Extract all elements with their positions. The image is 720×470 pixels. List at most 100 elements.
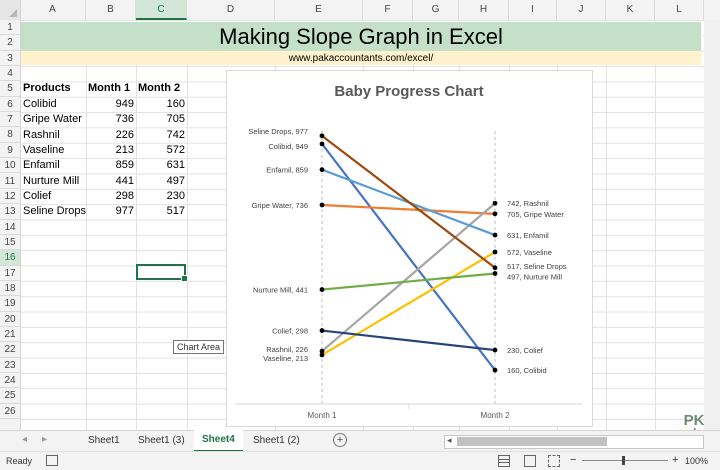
- point-month-2-gripe-water[interactable]: [492, 211, 498, 217]
- row-header-10[interactable]: 10: [0, 158, 20, 174]
- column-header-l[interactable]: L: [655, 0, 704, 20]
- column-header-f[interactable]: F: [363, 0, 413, 20]
- point-month-2-nurture-mill[interactable]: [492, 271, 498, 276]
- tab-sheet1[interactable]: Sheet1: [80, 431, 128, 451]
- vertical-scrollbar[interactable]: [704, 20, 720, 430]
- product-name-cell[interactable]: Colief: [23, 189, 85, 204]
- column-header-g[interactable]: G: [413, 0, 459, 20]
- data-label-month-2-colief[interactable]: 230, Colief: [507, 346, 544, 355]
- month-1-cell[interactable]: 859: [86, 158, 134, 173]
- header-products[interactable]: Products: [23, 81, 71, 96]
- normal-view-icon[interactable]: [498, 455, 510, 467]
- row-header-12[interactable]: 12: [0, 189, 20, 205]
- month-1-cell[interactable]: 977: [86, 204, 134, 219]
- data-label-month-2-colibid[interactable]: 160, Colibid: [507, 366, 547, 375]
- data-label-month-1-vaseline[interactable]: Vaseline, 213: [263, 354, 308, 363]
- product-name-cell[interactable]: Rashnil: [23, 128, 85, 143]
- zoom-out-icon[interactable]: −: [570, 454, 576, 466]
- month-1-cell[interactable]: 213: [86, 143, 134, 158]
- month-2-cell[interactable]: 497: [136, 174, 185, 189]
- horizontal-scroll-thumb[interactable]: [457, 437, 607, 446]
- zoom-slider[interactable]: [582, 460, 668, 461]
- row-header-23[interactable]: 23: [0, 358, 20, 374]
- row-header-26[interactable]: 26: [0, 404, 20, 420]
- data-label-month-2-enfamil[interactable]: 631, Enfamil: [507, 231, 549, 240]
- product-name-cell[interactable]: Colibid: [23, 97, 85, 112]
- slope-chart[interactable]: Baby Progress Chart Month 1 Month 2 Colibi…: [227, 71, 592, 426]
- row-header-9[interactable]: 9: [0, 143, 20, 159]
- data-label-month-1-gripe-water[interactable]: Gripe Water, 736: [252, 201, 308, 210]
- column-header-d[interactable]: D: [187, 0, 275, 20]
- row-header-14[interactable]: 14: [0, 220, 20, 235]
- point-month-1-colief[interactable]: [319, 328, 325, 333]
- data-label-month-1-colief[interactable]: Colief, 298: [272, 327, 308, 336]
- month-2-cell[interactable]: 705: [136, 112, 185, 127]
- point-month-1-nurture-mill[interactable]: [319, 287, 325, 292]
- row-header-17[interactable]: 17: [0, 266, 20, 281]
- selected-cell-c16[interactable]: [136, 264, 188, 282]
- chart-title[interactable]: Baby Progress Chart: [334, 83, 483, 100]
- column-header-j[interactable]: J: [557, 0, 606, 20]
- row-header-16[interactable]: 16: [0, 250, 20, 266]
- x-tick-label[interactable]: Month 1: [308, 411, 337, 420]
- series-line-gripe-water[interactable]: [320, 203, 497, 215]
- column-header-h[interactable]: H: [459, 0, 509, 20]
- point-month-2-enfamil[interactable]: [492, 232, 498, 238]
- product-name-cell[interactable]: Gripe Water: [23, 112, 85, 127]
- row-header-20[interactable]: 20: [0, 312, 20, 327]
- month-2-cell[interactable]: 742: [136, 128, 185, 143]
- row-header-8[interactable]: 8: [0, 127, 20, 143]
- month-1-cell[interactable]: 226: [86, 128, 134, 143]
- point-month-2-rashnil[interactable]: [492, 200, 498, 206]
- column-header-c[interactable]: C: [136, 0, 187, 20]
- series-line-colibid[interactable]: [320, 142, 497, 372]
- column-header-k[interactable]: K: [606, 0, 655, 20]
- month-2-cell[interactable]: 517: [136, 204, 185, 219]
- zoom-slider-thumb[interactable]: [622, 456, 625, 465]
- row-header-11[interactable]: 11: [0, 174, 20, 189]
- data-label-month-2-rashnil[interactable]: 742, Rashnil: [507, 199, 549, 208]
- month-2-cell[interactable]: 230: [136, 189, 185, 204]
- tab-sheet4[interactable]: Sheet4: [194, 430, 243, 452]
- data-label-month-1-rashnil[interactable]: Rashnil, 226: [266, 345, 308, 354]
- row-header-6[interactable]: 6: [0, 97, 20, 113]
- data-label-month-2-gripe-water[interactable]: 705, Gripe Water: [507, 210, 564, 219]
- sheet-title-banner[interactable]: Making Slope Graph in Excel: [21, 22, 701, 51]
- point-month-2-colibid[interactable]: [492, 367, 498, 373]
- point-month-2-colief[interactable]: [492, 347, 498, 353]
- row-header-2[interactable]: 2: [0, 35, 20, 51]
- header-month-2[interactable]: Month 2: [138, 81, 180, 96]
- page-break-icon[interactable]: [548, 455, 560, 467]
- row-header-15[interactable]: 15: [0, 235, 20, 251]
- page-layout-icon[interactable]: [524, 455, 536, 467]
- month-2-cell[interactable]: 572: [136, 143, 185, 158]
- data-label-month-1-colibid[interactable]: Colibid, 949: [268, 142, 308, 151]
- column-header-i[interactable]: I: [509, 0, 557, 20]
- right-arrow-icon[interactable]: ▸: [42, 434, 47, 445]
- left-arrow-icon[interactable]: ◂: [22, 434, 27, 445]
- tab-sheet1-3[interactable]: Sheet1 (3): [130, 431, 193, 451]
- column-header-b[interactable]: B: [86, 0, 136, 20]
- tab-sheet1-2[interactable]: Sheet1 (2): [245, 431, 308, 451]
- month-1-cell[interactable]: 949: [86, 97, 134, 112]
- point-month-2-seline-drops[interactable]: [492, 265, 498, 271]
- select-all-corner[interactable]: [0, 0, 21, 20]
- data-label-month-2-vaseline[interactable]: 572, Vaseline: [507, 248, 552, 257]
- row-header-3[interactable]: 3: [0, 51, 20, 67]
- row-header-4[interactable]: 4: [0, 66, 20, 82]
- row-header-22[interactable]: 22: [0, 342, 20, 358]
- scroll-left-icon[interactable]: ◂: [447, 435, 452, 446]
- row-header-18[interactable]: 18: [0, 281, 20, 297]
- macro-record-icon[interactable]: [46, 455, 58, 466]
- point-month-2-vaseline[interactable]: [492, 249, 498, 255]
- data-label-month-1-nurture-mill[interactable]: Nurture Mill, 441: [253, 286, 308, 295]
- point-month-1-colibid[interactable]: [319, 141, 325, 147]
- column-header-a[interactable]: A: [20, 0, 86, 20]
- product-name-cell[interactable]: Enfamil: [23, 158, 85, 173]
- month-1-cell[interactable]: 298: [86, 189, 134, 204]
- month-1-cell[interactable]: 441: [86, 174, 134, 189]
- row-header-7[interactable]: 7: [0, 112, 20, 128]
- plus-circle-icon[interactable]: +: [333, 433, 347, 447]
- row-header-13[interactable]: 13: [0, 204, 20, 220]
- header-month-1[interactable]: Month 1: [88, 81, 130, 96]
